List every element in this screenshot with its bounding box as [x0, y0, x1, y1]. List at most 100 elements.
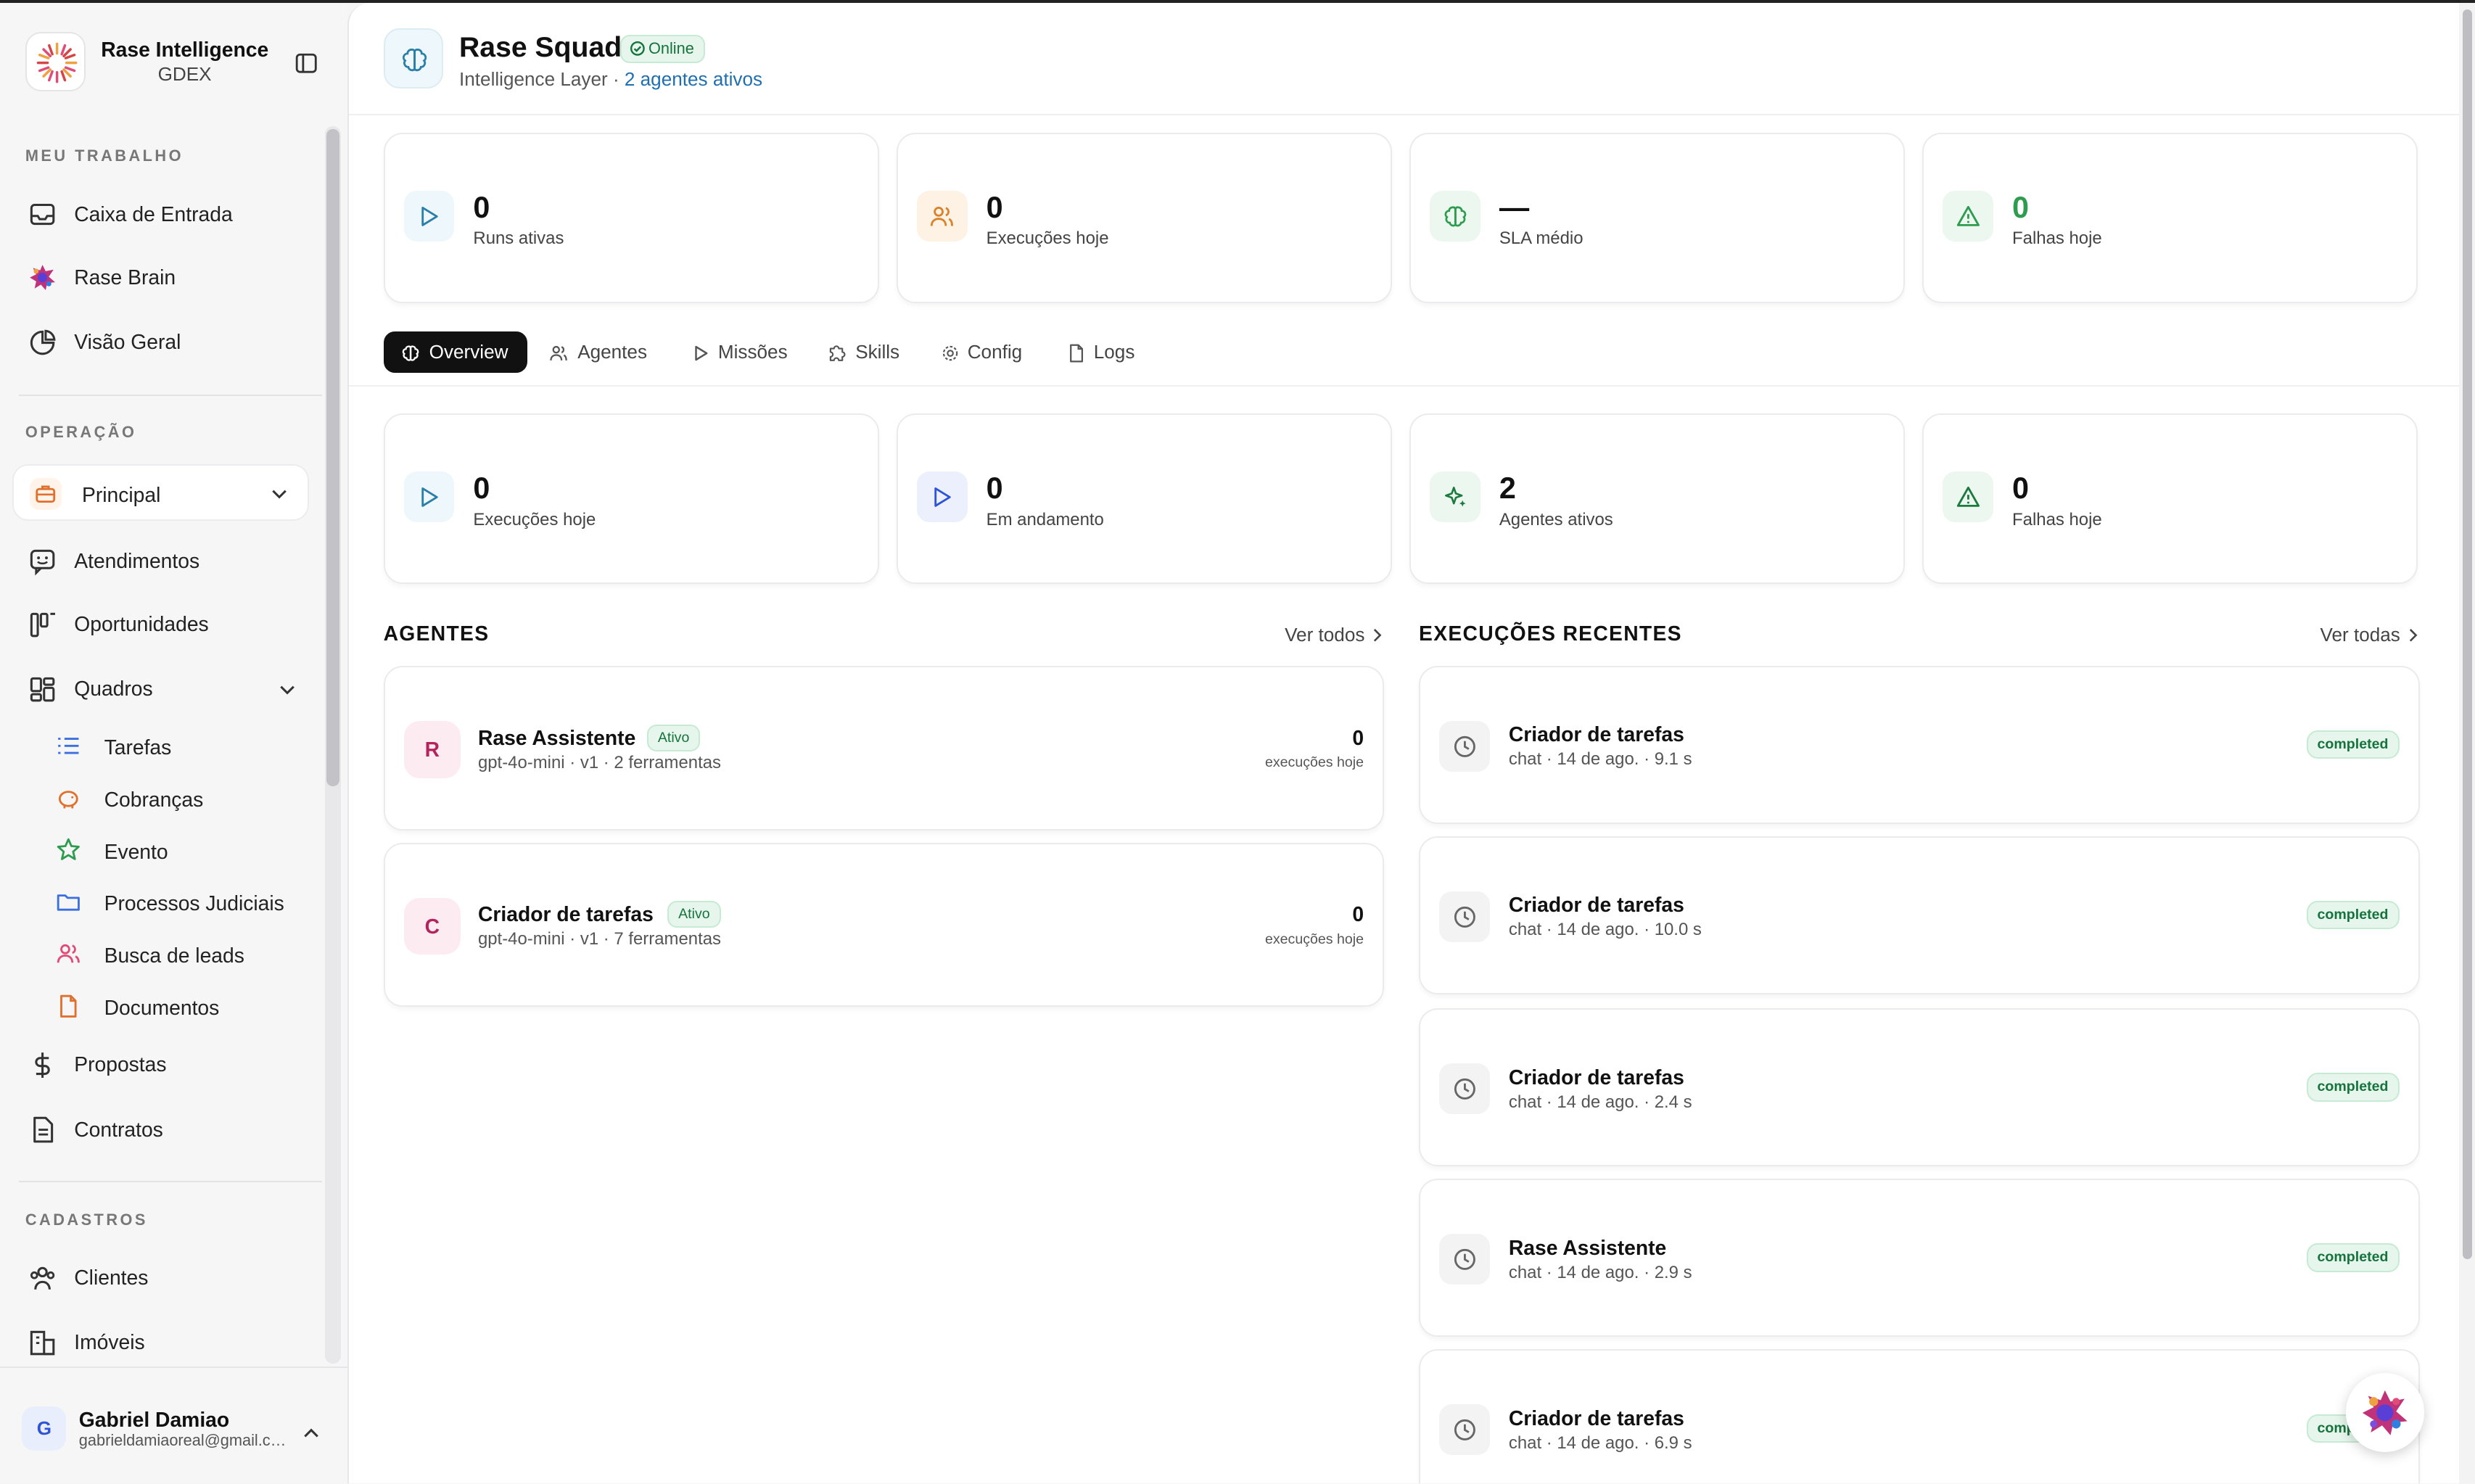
user-menu[interactable]: G Gabriel Damiao gabrieldamiaoreal@gmail…: [0, 1366, 347, 1483]
subtitle-separator: ·: [607, 67, 625, 90]
agent-card[interactable]: C Criador de tarefas Ativo gpt-4o-mini ·…: [383, 842, 1385, 1007]
execution-title: Criador de tarefas: [1508, 1065, 1684, 1089]
users-icon: [550, 346, 567, 361]
see-all-executions-link[interactable]: Ver todas: [2320, 624, 2419, 646]
tab-label: Config: [967, 340, 1023, 363]
execution-card[interactable]: Criador de tarefas chat · 14 de ago. · 2…: [1419, 1008, 2420, 1167]
clock-icon: [1439, 1404, 1490, 1456]
brand-logo-icon: [25, 31, 86, 92]
tab-label: Skills: [855, 340, 900, 363]
execution-title: Criador de tarefas: [1508, 722, 1684, 746]
see-all-label: Ver todas: [2320, 623, 2400, 646]
board-item-busca-de-leads[interactable]: Busca de leads: [57, 933, 316, 977]
sidebar-scroll-thumb[interactable]: [326, 129, 339, 786]
play-icon: [403, 471, 455, 523]
file-icon: [60, 994, 77, 1018]
page-title: Rase Squad: [459, 31, 622, 63]
boards-icon: [30, 677, 55, 702]
sidebar-item-contratos[interactable]: Contratos: [16, 1103, 316, 1157]
sidebar-item-clientes[interactable]: Clientes: [16, 1252, 316, 1306]
tab-logs[interactable]: Logs: [1067, 331, 1142, 373]
tab-skills[interactable]: Skills: [827, 331, 909, 373]
rase-brain-logo-icon: [30, 265, 56, 291]
agent-details: gpt-4o-mini · v1 · 7 ferramentas: [477, 929, 721, 949]
sidebar-item-quadros[interactable]: Quadros: [16, 663, 316, 717]
board-item-documentos[interactable]: Documentos: [57, 985, 316, 1029]
active-agents-link[interactable]: 2 agentes ativos: [625, 68, 762, 90]
page-scroll-thumb[interactable]: [2462, 9, 2472, 1260]
sidebar-item-atendimentos[interactable]: Atendimentos: [16, 535, 316, 589]
sidebar-item-rase-brain[interactable]: Rase Brain: [16, 251, 316, 305]
stat-card-execucoes-hoje: 0 Execuções hoje: [383, 413, 879, 585]
rase-brain-logo-icon: [2362, 1390, 2408, 1435]
brain-icon: [402, 345, 419, 361]
stat-label: SLA médio: [1499, 228, 1584, 249]
rase-brain-fab-button[interactable]: [2345, 1373, 2425, 1452]
brand-header[interactable]: Rase Intelligence GDEX: [25, 31, 325, 95]
users-icon: [916, 191, 968, 242]
board-item-label: Busca de leads: [104, 944, 244, 968]
sidebar-scrollbar[interactable]: [325, 126, 341, 1364]
board-item-label: Cobranças: [104, 787, 204, 811]
piggy-bank-icon: [59, 790, 79, 809]
execution-card[interactable]: Criador de tarefas chat · 14 de ago. · 9…: [1419, 666, 2420, 824]
chat-smile-icon: [30, 549, 55, 576]
execution-card[interactable]: Criador de tarefas chat · 14 de ago. · 6…: [1419, 1349, 2420, 1484]
board-item-processos-judiciais[interactable]: Processos Judiciais: [57, 881, 316, 925]
executions-section-title: EXECUÇÕES RECENTES: [1419, 622, 1682, 646]
clock-icon: [1439, 721, 1490, 772]
folder-icon: [57, 894, 81, 911]
sidebar-item-imoveis[interactable]: Imóveis: [16, 1316, 316, 1370]
board-item-tarefas[interactable]: Tarefas: [57, 725, 316, 769]
stat-value: 0: [2012, 191, 2030, 225]
agent-status-badge: Ativo: [667, 901, 721, 928]
tab-missoes[interactable]: Missões: [691, 331, 796, 373]
list-icon: [58, 737, 79, 754]
agent-card[interactable]: R Rase Assistente Ativo gpt-4o-mini · v1…: [383, 666, 1385, 830]
sidebar-item-inbox[interactable]: Caixa de Entrada: [16, 188, 316, 242]
building-icon: [30, 1330, 55, 1356]
sidebar-item-label: Clientes: [74, 1266, 149, 1290]
stat-label: Execuções hoje: [473, 509, 596, 529]
inbox-icon: [30, 204, 55, 226]
stat-card-runs-ativas: 0 Runs ativas: [383, 132, 879, 303]
chevron-up-icon: [303, 1428, 318, 1438]
board-item-evento[interactable]: Evento: [57, 828, 316, 873]
brand-name: Rase Intelligence: [101, 38, 269, 62]
sidebar-item-propostas[interactable]: Propostas: [16, 1039, 316, 1092]
stat-value: 0: [473, 471, 490, 506]
tab-config[interactable]: Config: [941, 331, 1032, 373]
board-item-cobrancas[interactable]: Cobranças: [57, 777, 316, 821]
agent-details: gpt-4o-mini · v1 · 2 ferramentas: [477, 752, 721, 772]
tabs-divider: [348, 384, 2461, 387]
execution-status-badge: completed: [2306, 901, 2400, 930]
execution-card[interactable]: Criador de tarefas chat · 14 de ago. · 1…: [1419, 836, 2420, 994]
gear-icon: [942, 346, 958, 361]
tab-overview[interactable]: Overview: [383, 331, 527, 373]
alert-triangle-icon: [1943, 191, 1993, 242]
tab-agentes[interactable]: Agentes: [549, 331, 659, 373]
execution-status-badge: completed: [2306, 730, 2400, 759]
status-badge: Online: [619, 34, 705, 64]
agents-section-title: AGENTES: [383, 622, 490, 646]
section-label-records: CADASTROS: [25, 1210, 148, 1229]
agent-exec-count: 0: [1352, 902, 1364, 926]
puzzle-icon: [829, 345, 846, 362]
workspace-dropdown[interactable]: Principal: [12, 463, 310, 522]
sidebar: Rase Intelligence GDEX MEU TRABALHO Caix…: [0, 3, 347, 1484]
sidebar-toggle-button[interactable]: [281, 41, 331, 86]
sidebar-item-label: Caixa de Entrada: [74, 202, 233, 226]
star-icon: [57, 838, 81, 861]
sidebar-item-overview[interactable]: Visão Geral: [16, 316, 316, 369]
chevron-right-icon: [1373, 629, 1382, 642]
agent-name: Rase Assistente: [477, 725, 636, 749]
sidebar-item-oportunidades[interactable]: Oportunidades: [16, 598, 316, 652]
tab-label: Overview: [429, 340, 508, 363]
execution-card[interactable]: Rase Assistente chat · 14 de ago. · 2.9 …: [1419, 1179, 2420, 1337]
pie-chart-icon: [30, 329, 56, 355]
execution-details: chat · 14 de ago. · 2.9 s: [1508, 1262, 1692, 1282]
see-all-agents-link[interactable]: Ver todos: [1285, 624, 1383, 646]
stat-card-em-andamento: 0 Em andamento: [896, 413, 1393, 585]
sidebar-item-label: Contratos: [74, 1117, 163, 1141]
sidebar-item-label: Imóveis: [74, 1330, 145, 1354]
